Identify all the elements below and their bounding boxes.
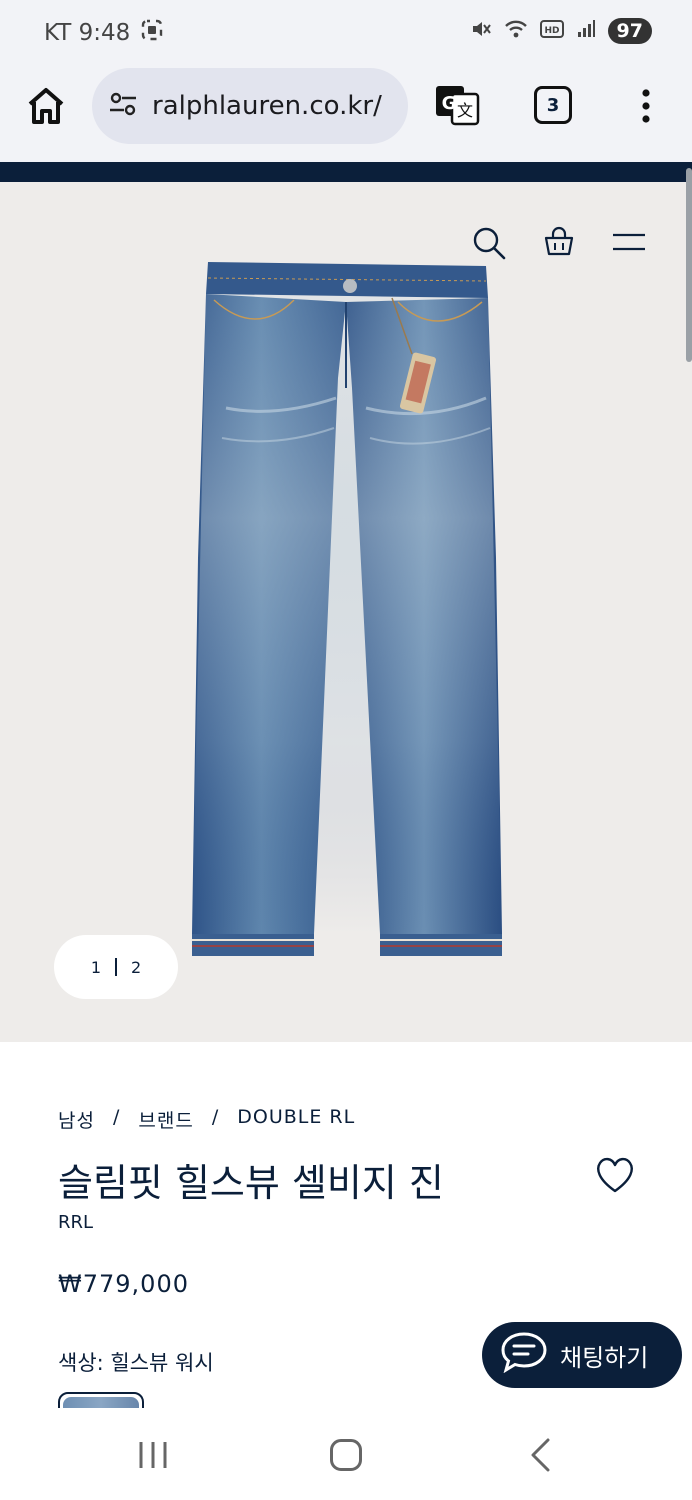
recent-apps-icon[interactable] <box>136 1440 170 1470</box>
shopping-bag-icon[interactable] <box>543 226 575 258</box>
svg-text:G: G <box>442 93 457 114</box>
search-icon[interactable] <box>472 226 506 260</box>
translate-icon[interactable]: G文 <box>434 84 480 126</box>
status-time: KT 9:48 <box>44 20 131 46</box>
color-label: 색상: 힐스뷰 워시 <box>58 1351 214 1375</box>
svg-text:HD: HD <box>544 26 559 36</box>
battery-indicator: 97 <box>607 18 652 44</box>
wishlist-heart-icon[interactable] <box>594 1155 636 1195</box>
home-icon[interactable] <box>24 84 68 128</box>
breadcrumb-item-brand[interactable]: 브랜드 <box>138 1106 193 1133</box>
menu-icon[interactable] <box>612 230 646 254</box>
back-icon[interactable] <box>528 1438 552 1472</box>
site-top-strip <box>0 162 692 182</box>
product-brand: RRL <box>58 1212 94 1233</box>
chat-bubble-icon <box>500 1331 548 1379</box>
pager-divider <box>115 958 117 976</box>
scrollbar-thumb[interactable] <box>686 168 692 362</box>
product-title: 슬림핏 힐스뷰 셀비지 진 <box>58 1161 444 1205</box>
svg-text:文: 文 <box>457 101 473 120</box>
gallery-pager[interactable]: 1 2 <box>54 935 178 999</box>
hd-icon: HD <box>539 19 564 43</box>
address-bar[interactable]: ralphlauren.co.kr/ <box>92 68 408 144</box>
product-price: ₩779,000 <box>58 1270 189 1298</box>
mute-icon <box>470 18 492 44</box>
breadcrumb-item-double-rl[interactable]: DOUBLE RL <box>237 1106 355 1133</box>
system-home-icon[interactable] <box>330 1439 362 1471</box>
product-image <box>186 258 508 970</box>
browser-toolbar: ralphlauren.co.kr/ G文 3 <box>0 66 692 162</box>
breadcrumb-separator: / <box>112 1106 121 1128</box>
breadcrumb: 남성 / 브랜드 / DOUBLE RL <box>58 1106 355 1133</box>
wifi-icon <box>504 18 528 44</box>
pager-total[interactable]: 2 <box>131 958 141 977</box>
screenshot-icon <box>140 18 164 48</box>
site-settings-icon[interactable] <box>108 91 138 121</box>
breadcrumb-item-men[interactable]: 남성 <box>58 1106 95 1133</box>
breadcrumb-separator: / <box>211 1106 220 1128</box>
more-options-icon[interactable] <box>634 84 658 128</box>
status-right: HD 97 <box>470 18 652 44</box>
chat-label: 채팅하기 <box>560 1343 649 1372</box>
status-left: KT 9:48 <box>44 18 164 48</box>
pager-current[interactable]: 1 <box>91 958 101 977</box>
status-bar: KT 9:48 HD 97 <box>0 0 692 66</box>
url-text: ralphlauren.co.kr/ <box>152 91 382 121</box>
signal-icon <box>576 19 596 43</box>
tab-switcher-button[interactable]: 3 <box>534 86 572 124</box>
chat-button[interactable]: 채팅하기 <box>482 1322 682 1388</box>
